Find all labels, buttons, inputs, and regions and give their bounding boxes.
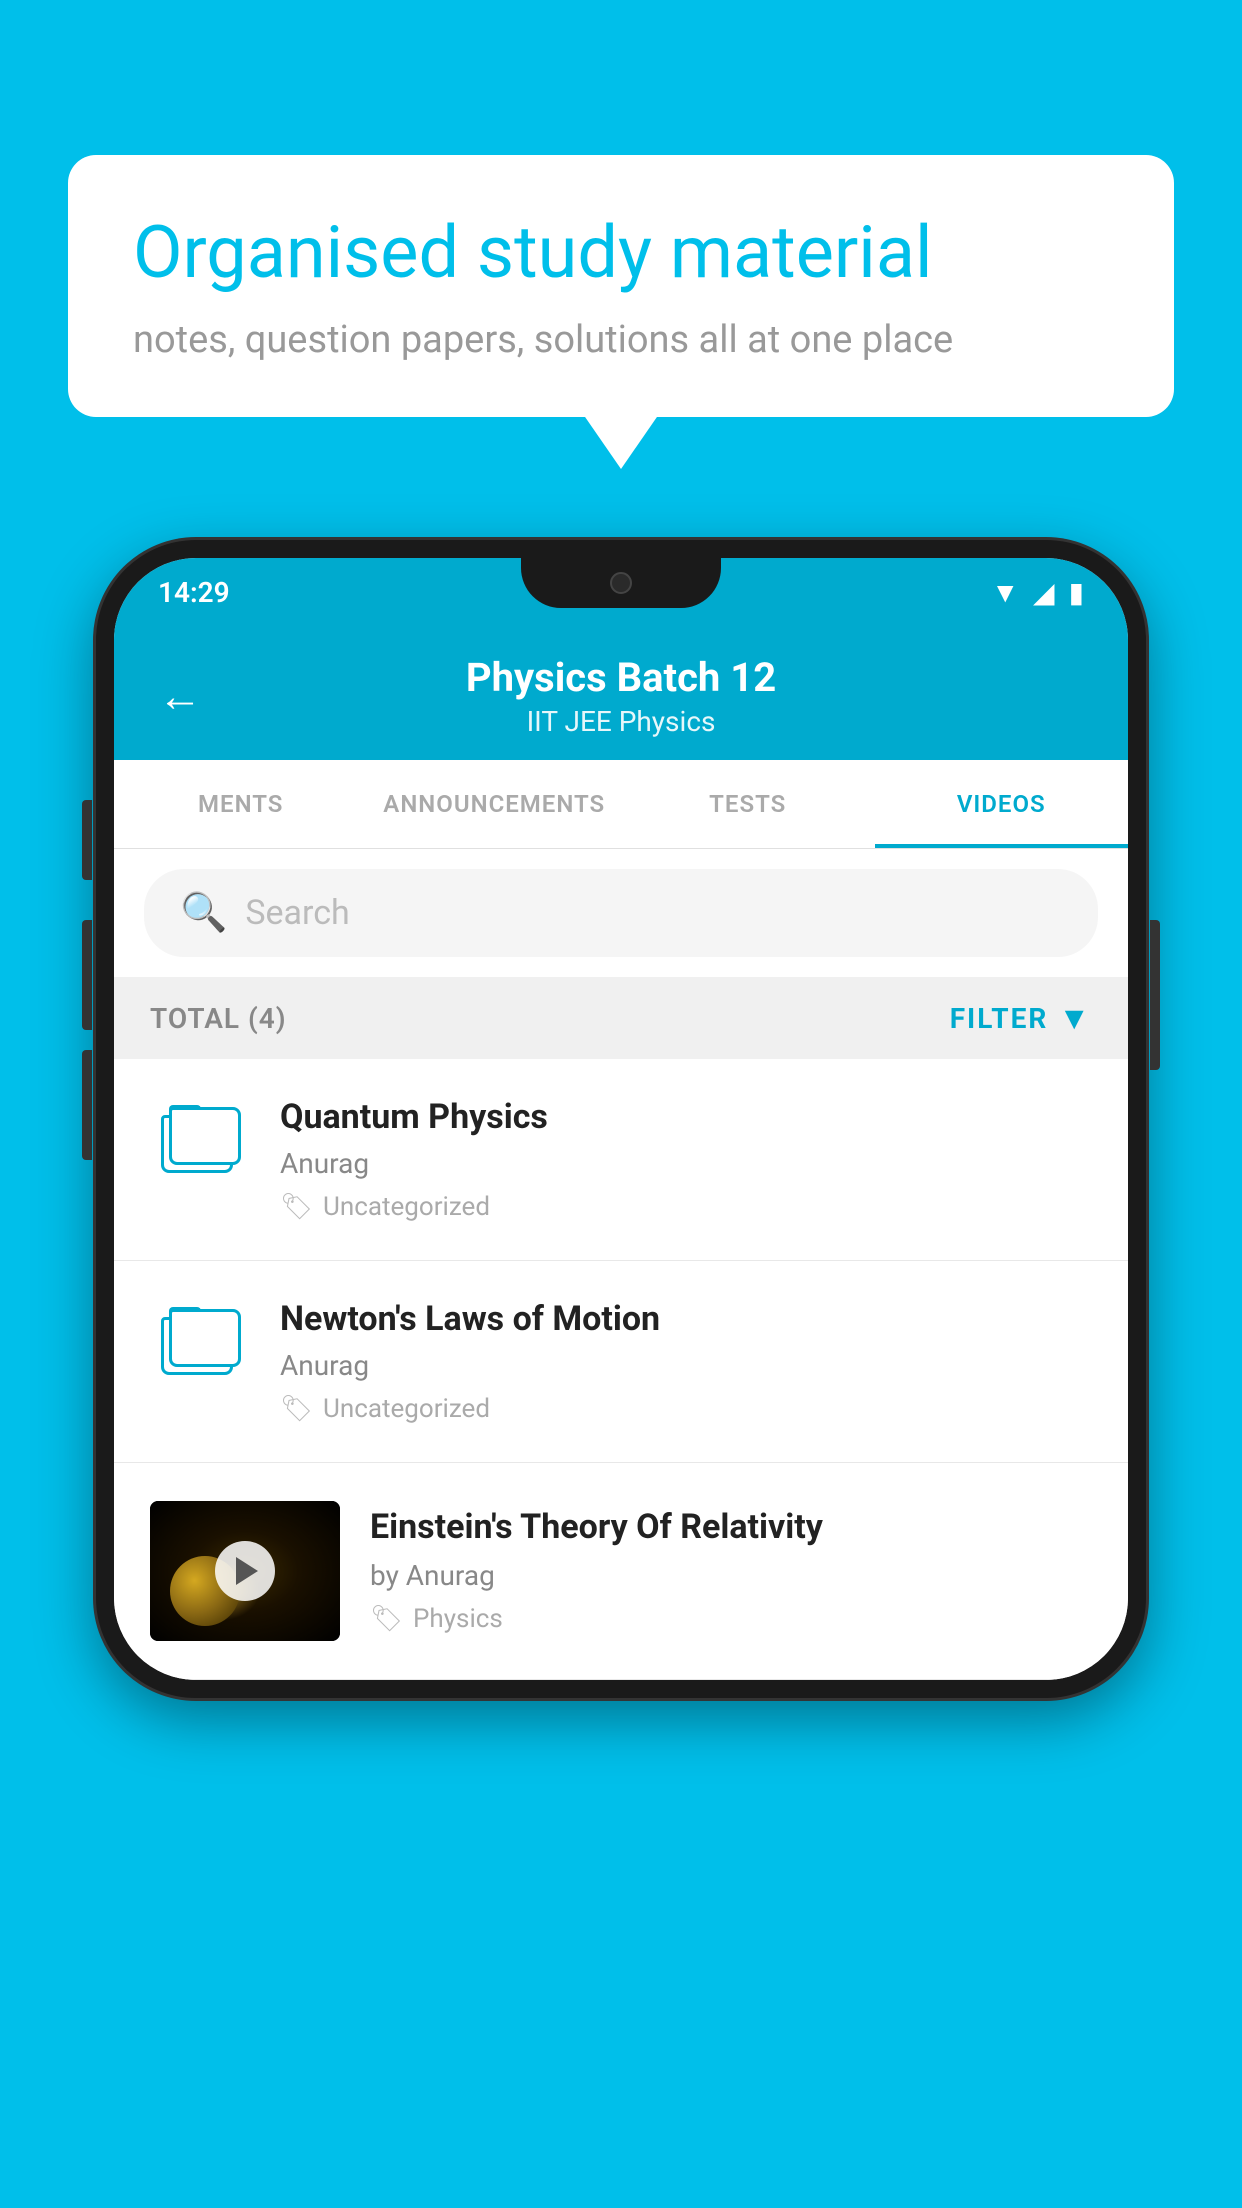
status-time: 14:29 (158, 576, 230, 609)
folder-icon (161, 1307, 239, 1375)
notch (521, 558, 721, 608)
power-button[interactable] (1150, 920, 1160, 1070)
video-info: Einstein's Theory Of Relativity by Anura… (370, 1501, 1092, 1634)
video-author: by Anurag (370, 1559, 1092, 1592)
video-list: Quantum Physics Anurag 🏷 Uncategorized (114, 1059, 1128, 1680)
play-button[interactable] (215, 1541, 275, 1601)
front-camera (610, 572, 632, 594)
filter-button[interactable]: FILTER ▼ (950, 999, 1092, 1037)
list-item[interactable]: Newton's Laws of Motion Anurag 🏷 Uncateg… (114, 1261, 1128, 1463)
video-info: Quantum Physics Anurag 🏷 Uncategorized (280, 1097, 1092, 1222)
back-button[interactable]: ← (158, 670, 202, 722)
video-icon-container (150, 1299, 250, 1375)
folder-icon (161, 1105, 239, 1173)
phone-outer: 14:29 ▼ ◢ ▮ ← Physics Batch 12 IIT JEE P… (96, 540, 1146, 1698)
tab-announcements[interactable]: ANNOUNCEMENTS (368, 760, 622, 848)
header-center: Physics Batch 12 IIT JEE Physics (466, 654, 776, 738)
tag-icon: 🏷 (280, 1192, 313, 1222)
wifi-icon: ▼ (991, 576, 1019, 609)
tab-videos[interactable]: VIDEOS (875, 760, 1129, 848)
video-tag: 🏷 Uncategorized (280, 1192, 1092, 1222)
tab-tests[interactable]: TESTS (621, 760, 875, 848)
signal-icon: ◢ (1033, 576, 1055, 609)
tab-ments[interactable]: MENTS (114, 760, 368, 848)
filter-icon: ▼ (1058, 999, 1092, 1037)
status-icons: ▼ ◢ ▮ (991, 576, 1084, 609)
volume-down-button[interactable] (82, 1050, 92, 1160)
tag-label: Uncategorized (323, 1192, 490, 1222)
speech-bubble-title: Organised study material (133, 210, 1109, 296)
search-icon: 🔍 (180, 891, 227, 935)
phone-wrapper: 14:29 ▼ ◢ ▮ ← Physics Batch 12 IIT JEE P… (96, 540, 1146, 1698)
video-title: Newton's Laws of Motion (280, 1299, 1092, 1339)
video-tag: 🏷 Physics (370, 1604, 1092, 1634)
speech-bubble: Organised study material notes, question… (68, 155, 1174, 417)
status-bar: 14:29 ▼ ◢ ▮ (114, 558, 1128, 626)
folder-front (169, 1107, 241, 1165)
tag-icon: 🏷 (280, 1394, 313, 1424)
video-thumbnail (150, 1501, 340, 1641)
tab-bar: MENTS ANNOUNCEMENTS TESTS VIDEOS (114, 760, 1128, 849)
header-subtitle: IIT JEE Physics (466, 705, 776, 738)
search-bar[interactable]: 🔍 Search (144, 869, 1098, 957)
volume-up-button[interactable] (82, 920, 92, 1030)
tag-label: Uncategorized (323, 1394, 490, 1424)
video-info: Newton's Laws of Motion Anurag 🏷 Uncateg… (280, 1299, 1092, 1424)
list-item[interactable]: Quantum Physics Anurag 🏷 Uncategorized (114, 1059, 1128, 1261)
video-author: Anurag (280, 1349, 1092, 1382)
video-title: Quantum Physics (280, 1097, 1092, 1137)
video-title: Einstein's Theory Of Relativity (370, 1505, 1092, 1549)
folder-front (169, 1309, 241, 1367)
filter-label: FILTER (950, 1002, 1049, 1035)
battery-icon: ▮ (1069, 576, 1084, 609)
app-header: ← Physics Batch 12 IIT JEE Physics (114, 626, 1128, 760)
video-tag: 🏷 Uncategorized (280, 1394, 1092, 1424)
search-bar-wrapper: 🔍 Search (114, 849, 1128, 977)
tag-icon: 🏷 (370, 1604, 403, 1634)
header-title: Physics Batch 12 (466, 654, 776, 701)
tag-label: Physics (413, 1604, 503, 1634)
speech-bubble-container: Organised study material notes, question… (68, 155, 1174, 417)
search-placeholder: Search (245, 893, 349, 933)
play-icon (236, 1557, 258, 1585)
filter-row: TOTAL (4) FILTER ▼ (114, 977, 1128, 1059)
total-count: TOTAL (4) (150, 1002, 287, 1035)
list-item[interactable]: Einstein's Theory Of Relativity by Anura… (114, 1463, 1128, 1680)
phone-screen: 14:29 ▼ ◢ ▮ ← Physics Batch 12 IIT JEE P… (114, 558, 1128, 1680)
video-icon-container (150, 1097, 250, 1173)
speech-bubble-subtitle: notes, question papers, solutions all at… (133, 318, 1109, 362)
video-author: Anurag (280, 1147, 1092, 1180)
